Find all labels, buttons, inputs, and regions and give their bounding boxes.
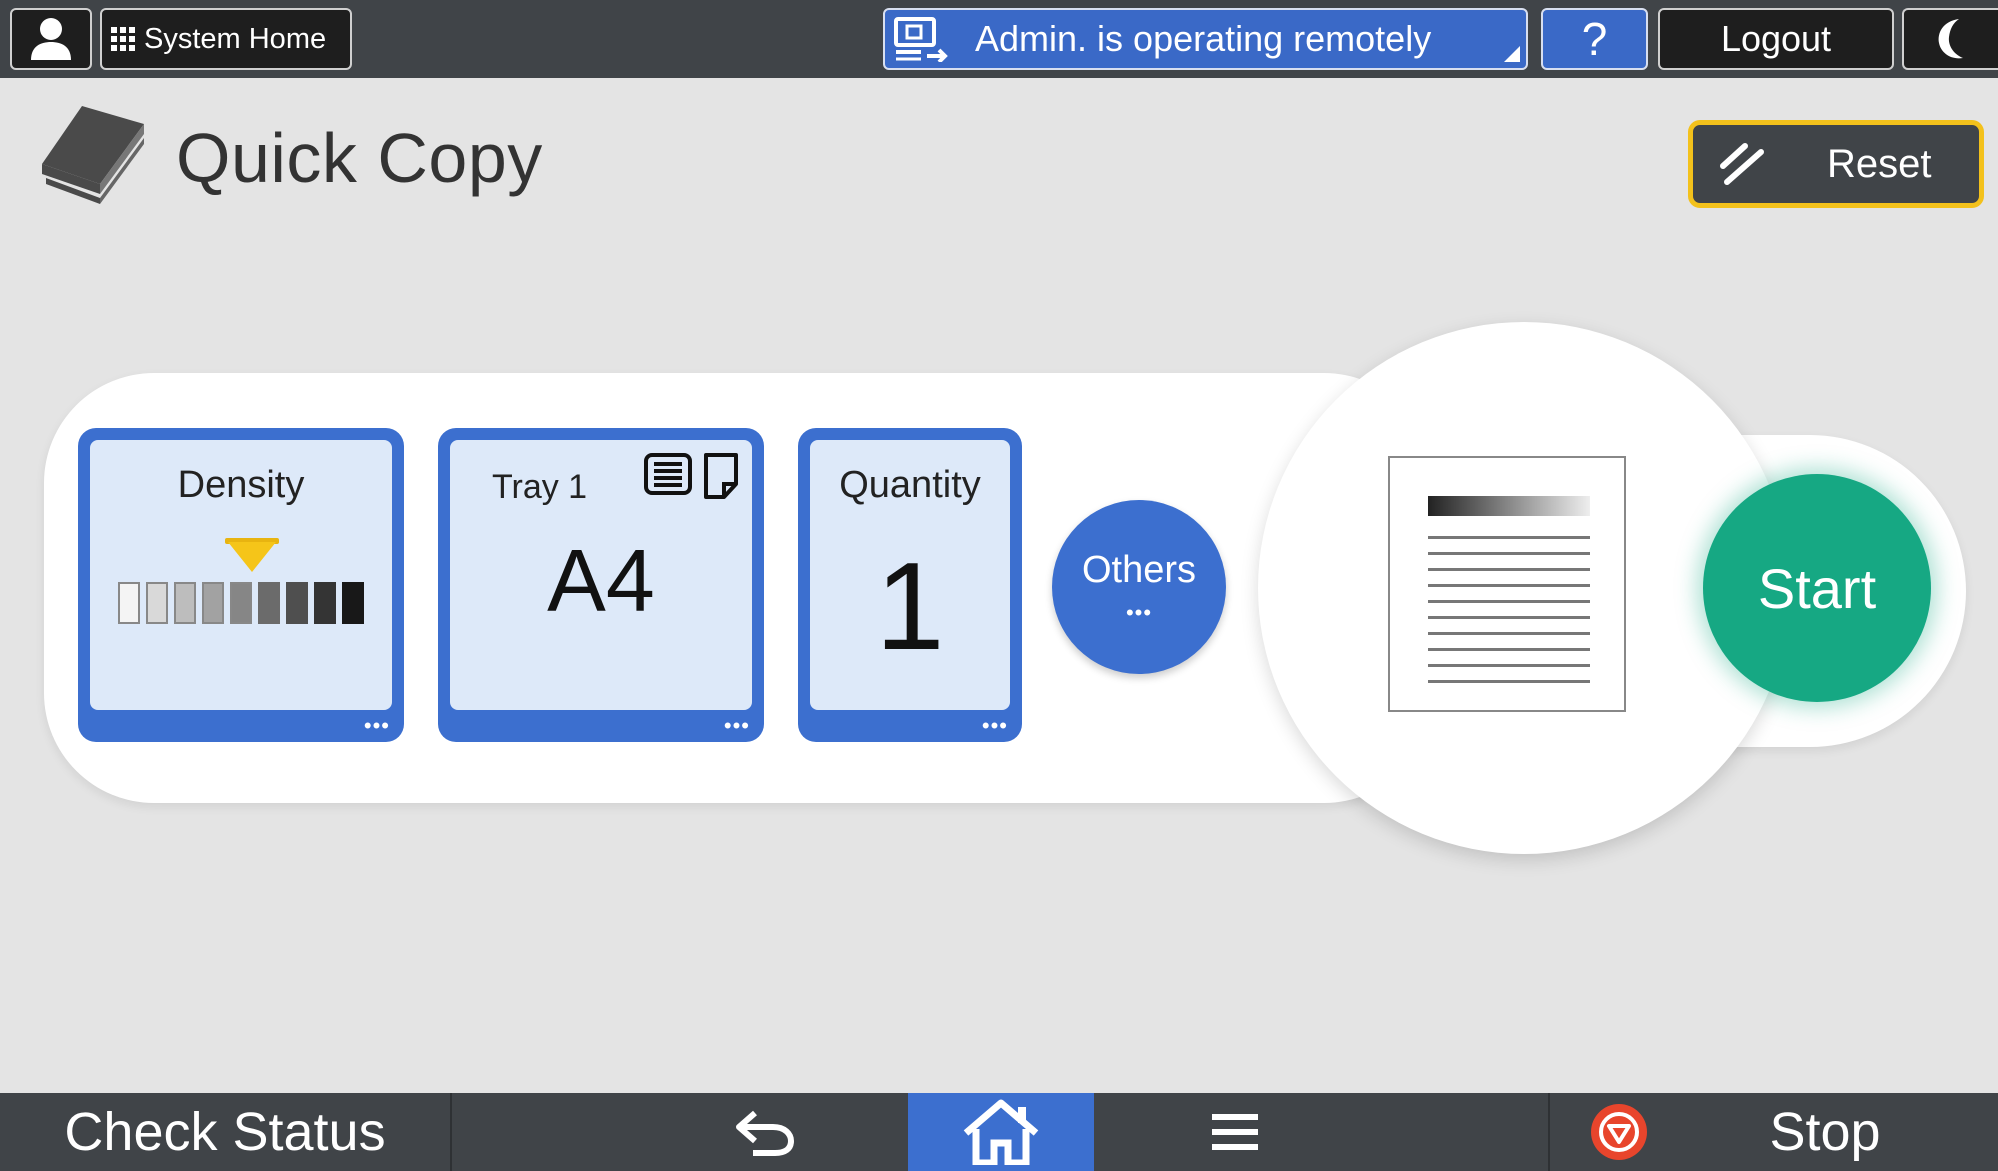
menu-icon xyxy=(1212,1114,1258,1150)
top-bar: System Home Admin. is operating remotely… xyxy=(0,0,1998,78)
stop-label: Stop xyxy=(1769,1102,1881,1162)
reset-button[interactable]: Reset xyxy=(1688,120,1984,208)
density-pointer-icon xyxy=(228,542,276,572)
remote-operation-icon xyxy=(894,17,948,62)
preview-line xyxy=(1428,584,1590,587)
stop-button[interactable]: Stop xyxy=(1690,1093,1960,1171)
more-indicator: ••• xyxy=(363,713,390,738)
page-title: Quick Copy xyxy=(176,119,543,197)
menu-button[interactable] xyxy=(1170,1093,1300,1171)
check-status-button[interactable]: Check Status xyxy=(0,1093,452,1171)
user-button[interactable] xyxy=(10,8,92,70)
paper-tray-tile-body: Tray 1 A4 xyxy=(450,440,752,710)
density-tile-body: Density xyxy=(90,440,392,710)
check-status-label: Check Status xyxy=(64,1102,386,1162)
quick-copy-app-icon xyxy=(42,106,144,204)
tray-label: Tray 1 xyxy=(492,468,588,506)
logout-label: Logout xyxy=(1720,18,1832,59)
stop-icon-area[interactable] xyxy=(1548,1093,1688,1171)
density-scale-cell xyxy=(258,582,280,624)
remote-status-text: Admin. is operating remotely xyxy=(975,18,1432,59)
paper-tray-tile[interactable]: Tray 1 A4 ••• xyxy=(438,428,764,742)
preview-line xyxy=(1428,600,1590,603)
density-scale-cell xyxy=(174,582,196,624)
start-label: Start xyxy=(1757,556,1877,620)
stop-icon xyxy=(1591,1104,1647,1160)
paper-stack-icon xyxy=(644,453,692,495)
density-scale-cell xyxy=(230,582,252,624)
home-button[interactable] xyxy=(908,1093,1094,1171)
home-icon xyxy=(963,1099,1039,1165)
user-icon xyxy=(31,18,71,60)
apps-grid-icon xyxy=(111,27,135,51)
quantity-tile-body: Quantity 1 xyxy=(810,440,1010,710)
back-arrow-icon xyxy=(736,1110,795,1156)
density-scale xyxy=(118,582,364,624)
preview-line xyxy=(1428,632,1590,635)
quantity-label: Quantity xyxy=(839,464,981,506)
preview-line xyxy=(1428,536,1590,539)
system-home-button[interactable]: System Home xyxy=(100,8,352,70)
density-scale-cell xyxy=(118,582,140,624)
preview-line xyxy=(1428,648,1590,651)
density-scale-cell xyxy=(286,582,308,624)
density-scale-cell xyxy=(146,582,168,624)
bottom-bar: Check Status Stop xyxy=(0,1093,1998,1171)
paper-sheet-icon xyxy=(704,453,738,499)
density-scale-cell xyxy=(314,582,336,624)
moon-icon xyxy=(1938,19,1963,59)
reset-label: Reset xyxy=(1827,141,1932,186)
more-indicator: ••• xyxy=(723,713,750,738)
others-button[interactable]: Others ••• xyxy=(1052,500,1226,674)
help-label: ? xyxy=(1581,13,1608,65)
energy-saver-button[interactable] xyxy=(1902,8,1998,70)
density-tile[interactable]: Density ••• xyxy=(78,428,404,742)
preview-line xyxy=(1428,680,1590,683)
paper-size-value: A4 xyxy=(547,531,655,630)
more-indicator: ••• xyxy=(981,713,1008,738)
density-scale-cell xyxy=(202,582,224,624)
more-indicator: ••• xyxy=(1125,599,1153,625)
system-home-label: System Home xyxy=(144,22,327,55)
back-button[interactable] xyxy=(700,1093,830,1171)
others-label: Others xyxy=(1081,548,1197,591)
quantity-tile[interactable]: Quantity 1 ••• xyxy=(798,428,1022,742)
quantity-value: 1 xyxy=(875,538,945,676)
preview-line xyxy=(1428,616,1590,619)
logout-button[interactable]: Logout xyxy=(1658,8,1894,70)
document-preview xyxy=(1388,456,1626,712)
preview-line xyxy=(1428,664,1590,667)
density-label: Density xyxy=(177,464,305,506)
start-button[interactable]: Start xyxy=(1703,474,1931,702)
remote-operation-status[interactable]: Admin. is operating remotely xyxy=(883,8,1528,70)
preview-line xyxy=(1428,568,1590,571)
preview-density-bar xyxy=(1428,496,1590,516)
corner-indicator-icon xyxy=(1504,46,1520,62)
reset-icon xyxy=(1720,143,1764,185)
density-scale-cell xyxy=(342,582,364,624)
help-button[interactable]: ? xyxy=(1541,8,1648,70)
preview-line xyxy=(1428,552,1590,555)
tray-icons xyxy=(642,452,740,500)
